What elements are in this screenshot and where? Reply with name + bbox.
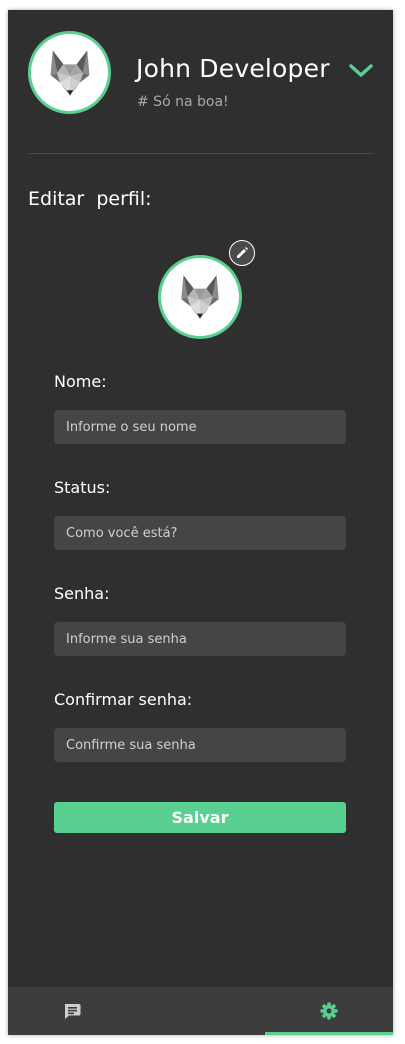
- chevron-down-icon[interactable]: [348, 62, 374, 80]
- pencil-icon: [237, 247, 248, 258]
- wolf-avatar-icon: [181, 275, 219, 319]
- confirm-password-label: Confirmar senha:: [54, 690, 193, 709]
- profile-panel: John Developer # Só na boa! Editar perfi…: [8, 10, 393, 1035]
- confirm-password-input[interactable]: [54, 728, 346, 762]
- user-name: John Developer: [136, 54, 330, 83]
- chat-icon: [64, 1003, 81, 1019]
- wolf-avatar-icon: [50, 49, 89, 96]
- name-label: Nome:: [54, 372, 107, 391]
- header-divider: [28, 153, 373, 154]
- gear-icon: [320, 1002, 338, 1020]
- tab-chat[interactable]: [8, 987, 136, 1035]
- status-label: Status:: [54, 478, 111, 497]
- password-label: Senha:: [54, 584, 110, 603]
- profile-avatar: [158, 255, 242, 339]
- status-input[interactable]: [54, 516, 346, 550]
- active-tab-indicator: [265, 1032, 393, 1035]
- name-input[interactable]: [54, 410, 346, 444]
- header-avatar[interactable]: [28, 31, 111, 114]
- password-input[interactable]: [54, 622, 346, 656]
- bottom-nav: [8, 987, 393, 1035]
- edit-avatar-button[interactable]: [229, 240, 255, 266]
- user-status: # Só na boa!: [137, 94, 229, 110]
- section-title: Editar perfil:: [28, 188, 152, 210]
- tab-settings[interactable]: [265, 987, 393, 1035]
- save-button[interactable]: Salvar: [54, 802, 346, 833]
